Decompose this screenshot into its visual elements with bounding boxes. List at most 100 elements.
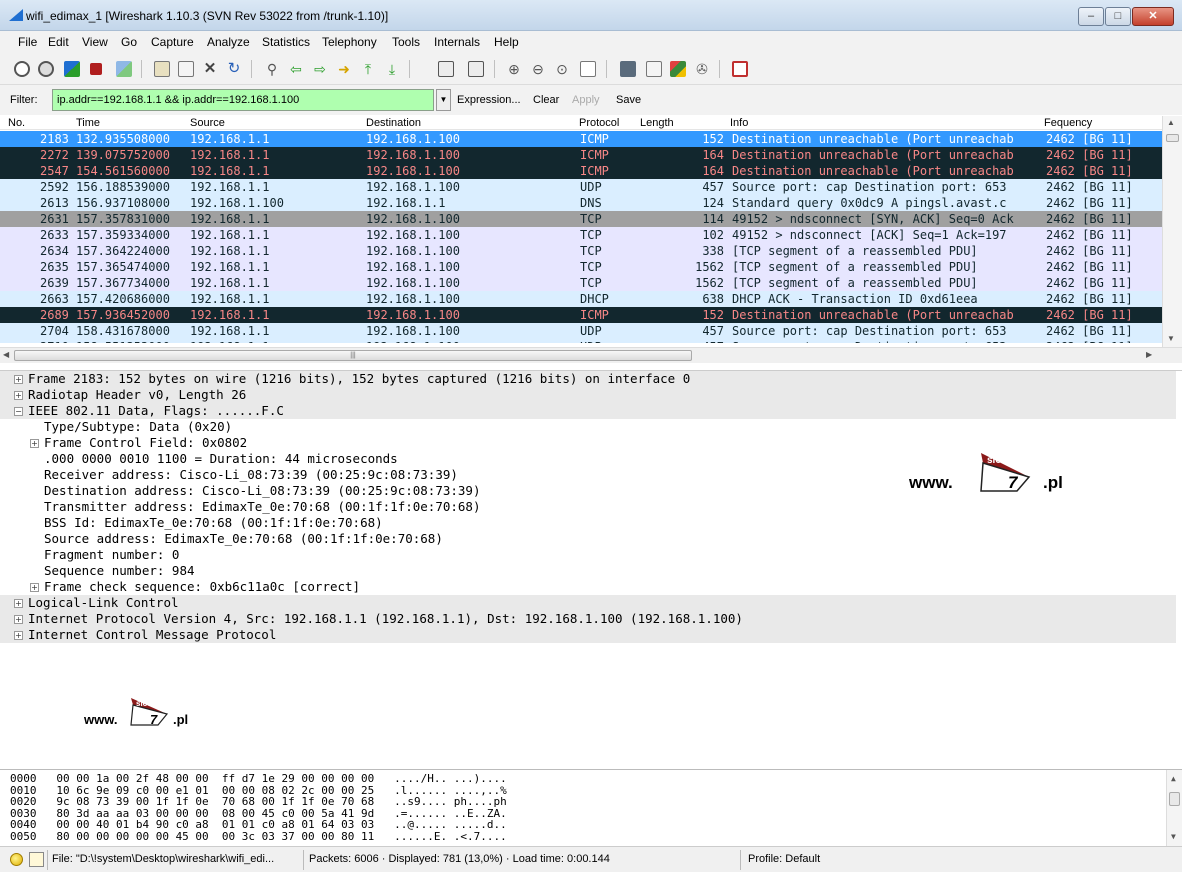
expand-icon[interactable]: + — [14, 615, 23, 624]
packet-row[interactable]: 2634 157.364224000 192.168.1.1 192.168.1.10… — [0, 243, 1162, 259]
save-filter-button[interactable]: Save — [616, 94, 641, 106]
packet-row[interactable]: 2663 157.420686000 192.168.1.1 192.168.1.10… — [0, 291, 1162, 307]
col-no[interactable]: No. — [8, 117, 25, 129]
detail-row[interactable]: + Internet Protocol Version 4, Src: 192.1… — [0, 611, 1176, 627]
menu-analyze[interactable]: Analyze — [207, 35, 250, 49]
packet-row[interactable]: 2183 132.935508000 192.168.1.1 192.168.1.10… — [0, 131, 1162, 147]
expand-icon[interactable]: + — [30, 583, 39, 592]
save-file-icon[interactable] — [178, 61, 194, 77]
expression-button[interactable]: Expression... — [457, 94, 521, 106]
menu-help[interactable]: Help — [494, 35, 519, 49]
capture-comment-icon[interactable] — [29, 852, 44, 867]
hex-row[interactable]: 0010 10 6c 9e 09 c0 00 e1 01 00 00 08 02… — [10, 785, 507, 796]
maximize-button[interactable]: □ — [1105, 7, 1131, 26]
menu-view[interactable]: View — [82, 35, 108, 49]
detail-row[interactable]: Sequence number: 984 — [0, 563, 1176, 579]
close-file-icon[interactable]: ✕ — [202, 61, 218, 77]
col-time[interactable]: Time — [76, 117, 100, 129]
preferences-icon[interactable]: ✇ — [694, 61, 710, 77]
normal-size-icon[interactable]: ⊙ — [554, 61, 570, 77]
packet-row[interactable]: 2631 157.357831000 192.168.1.1 192.168.1.10… — [0, 211, 1162, 227]
capture-filters-icon[interactable] — [620, 61, 636, 77]
go-back-icon[interactable]: ⇦ — [288, 61, 304, 77]
colorize-icon[interactable] — [438, 61, 454, 77]
packet-row[interactable]: 2592 156.188539000 192.168.1.1 192.168.1.10… — [0, 179, 1162, 195]
hex-row[interactable]: 0030 80 3d aa aa 03 00 00 00 08 00 45 c0… — [10, 808, 507, 819]
menu-capture[interactable]: Capture — [151, 35, 194, 49]
detail-row[interactable]: Fragment number: 0 — [0, 547, 1176, 563]
hex-row[interactable]: 0050 80 00 00 00 00 00 45 00 00 3c 03 37… — [10, 831, 507, 842]
packet-row[interactable]: 2547 154.561560000 192.168.1.1 192.168.1.10… — [0, 163, 1162, 179]
detail-row[interactable]: − IEEE 802.11 Data, Flags: ......F.C — [0, 403, 1176, 419]
display-filter-input[interactable]: ip.addr==192.168.1.1 && ip.addr==192.168… — [52, 89, 434, 111]
menu-tools[interactable]: Tools — [392, 35, 420, 49]
minimize-button[interactable]: ‒ — [1078, 7, 1104, 26]
expand-icon[interactable]: + — [14, 375, 23, 384]
collapse-icon[interactable]: − — [14, 407, 23, 416]
scroll-thumb[interactable] — [1166, 134, 1179, 142]
expand-icon[interactable]: + — [14, 391, 23, 400]
hex-row[interactable]: 0040 00 00 40 01 b4 90 c0 a8 01 01 c0 a8… — [10, 819, 507, 830]
col-source[interactable]: Source — [190, 117, 225, 129]
col-length[interactable]: Length — [640, 117, 674, 129]
col-info[interactable]: Info — [730, 117, 748, 129]
col-protocol[interactable]: Protocol — [579, 117, 619, 129]
hex-scroll-thumb[interactable] — [1169, 792, 1180, 806]
detail-row[interactable]: + Frame Control Field: 0x0802 — [0, 435, 1176, 451]
find-packet-icon[interactable]: ⚲ — [264, 61, 280, 77]
restart-capture-icon[interactable] — [116, 61, 132, 77]
packet-row[interactable]: 2633 157.359334000 192.168.1.1 192.168.1.10… — [0, 227, 1162, 243]
menu-file[interactable]: File — [18, 35, 37, 49]
packet-list-hscrollbar[interactable]: ◀ ||| ▶ — [0, 347, 1182, 363]
menu-internals[interactable]: Internals — [434, 35, 480, 49]
hex-row[interactable]: 0000 00 00 1a 00 2f 48 00 00 ff d7 1e 29… — [10, 773, 507, 784]
close-button[interactable]: ✕ — [1132, 7, 1174, 26]
start-capture-icon[interactable] — [64, 61, 80, 77]
hex-row[interactable]: 0020 9c 08 73 39 00 1f 1f 0e 70 68 00 1f… — [10, 796, 507, 807]
hex-scroll-down-icon[interactable]: ▼ — [1171, 832, 1176, 841]
packet-row[interactable]: 2689 157.936452000 192.168.1.1 192.168.1.10… — [0, 307, 1162, 323]
expert-info-icon[interactable] — [10, 853, 23, 866]
detail-row[interactable]: Transmitter address: EdimaxTe_0e:70:68 (… — [0, 499, 1176, 515]
go-forward-icon[interactable]: ⇨ — [312, 61, 328, 77]
detail-row[interactable]: + Frame check sequence: 0xb6c11a0c [corre… — [0, 579, 1176, 595]
scroll-down-icon[interactable]: ▼ — [1167, 334, 1175, 343]
hscroll-thumb[interactable]: ||| — [14, 350, 692, 361]
go-first-icon[interactable]: ⤒ — [360, 61, 376, 77]
expand-icon[interactable]: + — [14, 631, 23, 640]
zoom-out-icon[interactable]: ⊖ — [530, 61, 546, 77]
filter-dropdown-icon[interactable]: ▼ — [436, 89, 451, 111]
reload-icon[interactable]: ↻ — [226, 61, 242, 77]
menu-go[interactable]: Go — [121, 35, 137, 49]
packet-row[interactable]: 2639 157.367734000 192.168.1.1 192.168.1.10… — [0, 275, 1162, 291]
detail-row[interactable]: + Frame 2183: 152 bytes on wire (1216 bit… — [0, 371, 1176, 387]
packet-row[interactable]: 2613 156.937108000 192.168.1.100 192.168.1.… — [0, 195, 1162, 211]
packet-row[interactable]: 2272 139.075752000 192.168.1.1 192.168.1.10… — [0, 147, 1162, 163]
clear-button[interactable]: Clear — [533, 94, 559, 106]
go-to-packet-icon[interactable]: ➜ — [336, 61, 352, 77]
menu-telephony[interactable]: Telephony — [322, 35, 377, 49]
detail-row[interactable]: Source address: EdimaxTe_0e:70:68 (00:1f… — [0, 531, 1176, 547]
status-profile[interactable]: Profile: Default — [748, 853, 820, 865]
packet-row[interactable]: 2635 157.365474000 192.168.1.1 192.168.1.10… — [0, 259, 1162, 275]
packet-row[interactable]: 2704 158.431678000 192.168.1.1 192.168.1.10… — [0, 323, 1162, 339]
detail-row[interactable]: Type/Subtype: Data (0x20) — [0, 419, 1176, 435]
go-last-icon[interactable]: ⤓ — [384, 61, 400, 77]
options-icon[interactable] — [38, 61, 54, 77]
scroll-up-icon[interactable]: ▲ — [1167, 118, 1175, 127]
auto-scroll-icon[interactable] — [468, 61, 484, 77]
menu-edit[interactable]: Edit — [48, 35, 69, 49]
expand-icon[interactable]: + — [14, 599, 23, 608]
packet-list-scrollbar[interactable]: ▲ ▼ — [1162, 116, 1182, 347]
display-filters-icon[interactable] — [646, 61, 662, 77]
interfaces-icon[interactable] — [14, 61, 30, 77]
hex-scroll-up-icon[interactable]: ▲ — [1171, 774, 1176, 783]
zoom-in-icon[interactable]: ⊕ — [506, 61, 522, 77]
detail-row[interactable]: + Radiotap Header v0, Length 26 — [0, 387, 1176, 403]
help-icon[interactable] — [732, 61, 748, 77]
detail-row[interactable]: + Logical-Link Control — [0, 595, 1176, 611]
packet-row[interactable]: 2710 158.551353000 192.168.1.1 192.168.1.10… — [0, 339, 1162, 343]
detail-row[interactable]: + Internet Control Message Protocol — [0, 627, 1176, 643]
expand-icon[interactable]: + — [30, 439, 39, 448]
stop-capture-icon[interactable] — [90, 63, 102, 75]
